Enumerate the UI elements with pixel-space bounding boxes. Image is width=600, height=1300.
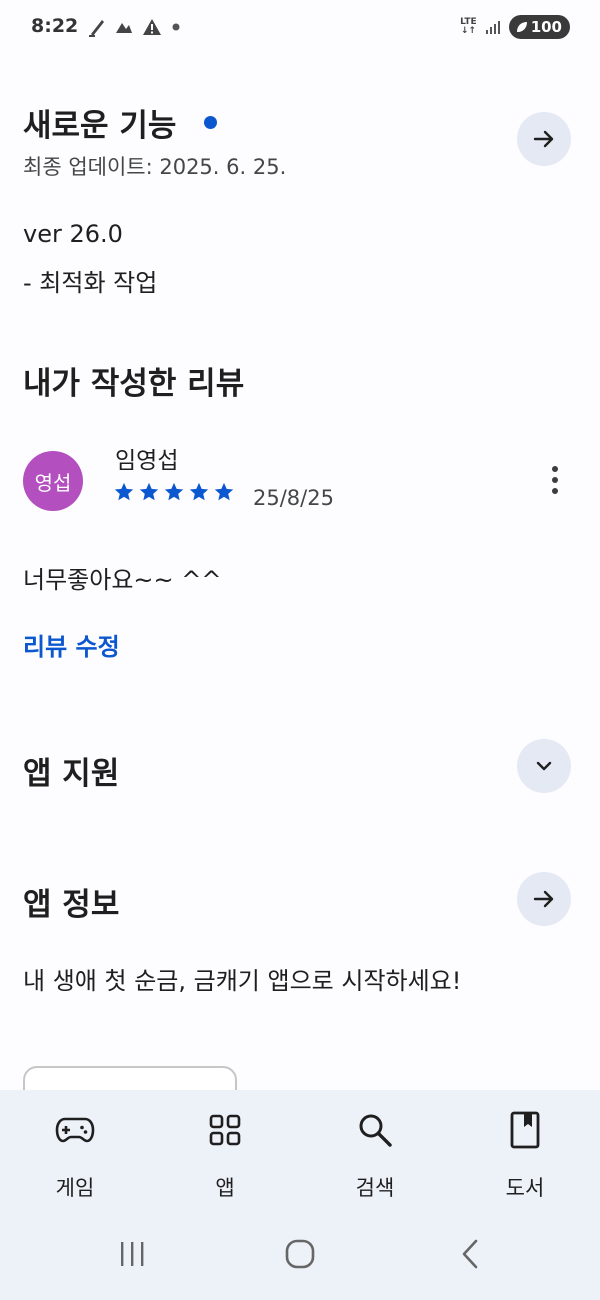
new-indicator-dot [204, 116, 217, 129]
warning-icon [143, 19, 161, 35]
lte-icon: LTE ↓↑ [460, 17, 477, 36]
whats-new-title: 새로운 기능 [23, 108, 177, 144]
review-text: 너무좋아요~~ ^^ [23, 566, 222, 594]
star-icon [114, 482, 134, 501]
review-date: 25/8/25 [253, 486, 334, 510]
dot-icon [172, 23, 180, 31]
signal-icon [485, 21, 500, 34]
avatar: 영섭 [23, 451, 83, 511]
star-icon [214, 482, 234, 501]
star-icon [164, 482, 184, 501]
arrow-right-icon [533, 130, 554, 148]
app-info-title: 앱 정보 [23, 887, 120, 923]
whats-new-arrow-button[interactable] [517, 112, 571, 166]
battery-level: 100 [530, 18, 562, 36]
search-icon [359, 1114, 392, 1147]
edit-note-icon [89, 20, 104, 37]
system-navigation-bar [0, 1232, 600, 1282]
battery-icon: 100 [508, 15, 570, 39]
home-icon[interactable] [280, 1232, 320, 1276]
nav-label: 게임 [55, 1176, 95, 1200]
release-notes-item: - 최적화 작업 [23, 269, 158, 297]
gamepad-icon [55, 1117, 95, 1143]
release-notes-version: ver 26.0 [23, 220, 123, 248]
chevron-down-icon [536, 761, 552, 771]
my-review-title: 내가 작성한 리뷰 [23, 366, 245, 402]
back-icon[interactable] [450, 1232, 490, 1276]
gesture-icon [116, 23, 132, 33]
recent-apps-icon[interactable] [112, 1232, 152, 1276]
system-status-icons: LTE ↓↑ 100 [460, 15, 570, 39]
nav-item-games[interactable]: 게임 [25, 1110, 125, 1202]
star-icon [189, 482, 209, 501]
nav-item-apps[interactable]: 앱 [175, 1110, 275, 1202]
status-bar: 8:22 LTE ↓↑ 100 [0, 0, 600, 56]
star-rating [113, 481, 235, 503]
charging-leaf-icon [516, 22, 527, 32]
nav-item-books[interactable]: 도서 [475, 1110, 575, 1202]
app-support-title: 앱 지원 [23, 756, 120, 792]
edit-review-link[interactable]: 리뷰 수정 [23, 627, 120, 662]
more-options-icon[interactable] [540, 460, 570, 500]
reviewer-name: 임영섭 [115, 448, 179, 474]
apps-grid-icon [209, 1114, 241, 1146]
play-store-app-details-page: 8:22 LTE ↓↑ 100 새로운 기능 최종 업데이트: 2025. 6.… [0, 0, 600, 1300]
star-icon [139, 482, 159, 501]
app-info-arrow-button[interactable] [517, 872, 571, 926]
app-support-expand-button[interactable] [517, 739, 571, 793]
notification-icons [88, 17, 181, 37]
app-description: 내 생애 첫 순금, 금캐기 앱으로 시작하세요! [23, 967, 462, 995]
arrow-right-icon [533, 890, 554, 908]
nav-item-search[interactable]: 검색 [325, 1110, 425, 1202]
status-time: 8:22 [31, 15, 79, 37]
last-updated: 최종 업데이트: 2025. 6. 25. [23, 155, 287, 179]
nav-label: 도서 [505, 1176, 545, 1200]
nav-label: 검색 [355, 1176, 395, 1200]
book-icon [510, 1111, 540, 1149]
nav-label: 앱 [215, 1176, 235, 1200]
